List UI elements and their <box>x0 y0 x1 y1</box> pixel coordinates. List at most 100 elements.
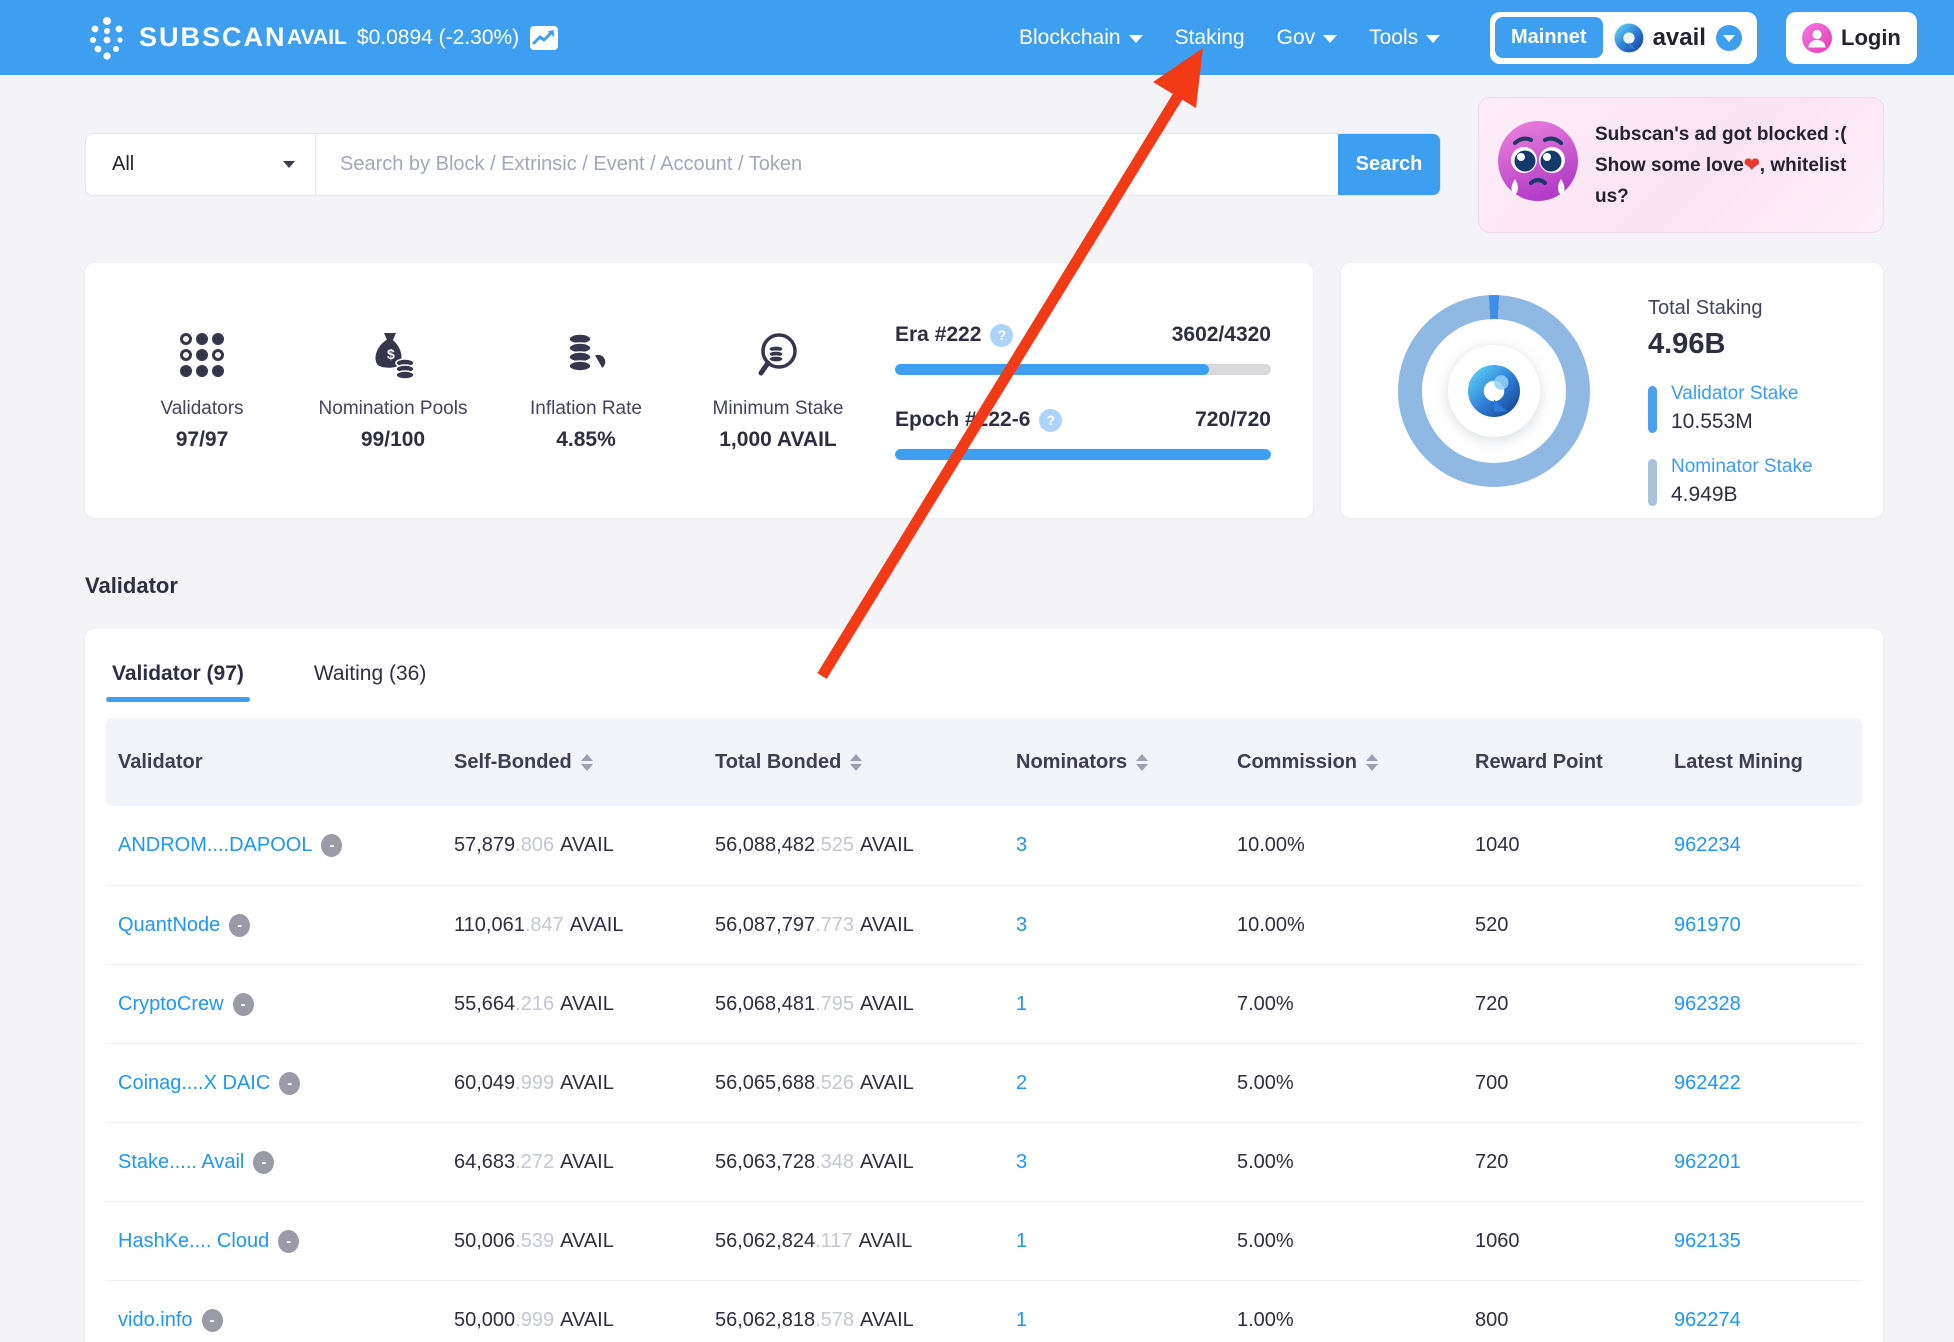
validator-link[interactable]: QuantNode <box>118 914 220 937</box>
identity-badge-icon: - <box>321 834 342 857</box>
legend-color-bar <box>1648 386 1657 433</box>
cell-total-bonded: 56,062,818.578AVAIL <box>703 1309 1004 1332</box>
cell-self-bonded: 55,664.216AVAIL <box>442 993 703 1016</box>
help-icon[interactable]: ? <box>990 324 1013 347</box>
validator-tabs: Validator (97) Waiting (36) <box>106 629 432 718</box>
identity-badge-icon: - <box>233 993 254 1016</box>
sort-icon <box>1366 754 1378 771</box>
validator-link[interactable]: Coinag....X DAIC <box>118 1072 270 1095</box>
validator-link[interactable]: ANDROM....DAPOOL <box>118 834 312 857</box>
cell-validator: CryptoCrew - <box>106 993 442 1016</box>
cell-reward-point: 1060 <box>1463 1230 1662 1253</box>
table-header-row: Validator Self-Bonded Total Bonded Nomin… <box>106 718 1862 806</box>
subscan-logo-icon <box>87 16 127 60</box>
total-staking-label: Total Staking <box>1648 297 1813 320</box>
latest-mining-link[interactable]: 961970 <box>1674 914 1741 937</box>
epoch-progress: Epoch #222-6 ? 720/720 <box>895 408 1271 460</box>
login-button[interactable]: Login <box>1786 12 1917 64</box>
identity-badge-icon: - <box>278 1230 299 1253</box>
avail-logo <box>1448 345 1540 437</box>
price-chart-icon[interactable] <box>529 25 559 51</box>
cell-total-bonded: 56,062,824.117AVAIL <box>703 1230 1004 1253</box>
nominators-link[interactable]: 1 <box>1016 1309 1027 1332</box>
nominators-link[interactable]: 1 <box>1016 1230 1027 1253</box>
legend-label[interactable]: Validator Stake <box>1671 383 1798 405</box>
latest-mining-link[interactable]: 962135 <box>1674 1230 1741 1253</box>
cell-nominators: 3 <box>1004 1151 1225 1174</box>
nav-menu-item[interactable]: Blockchain <box>1019 26 1143 50</box>
user-icon <box>1802 23 1832 53</box>
column-header-nominators[interactable]: Nominators <box>1004 751 1225 774</box>
column-header-total-bonded[interactable]: Total Bonded <box>703 751 1004 774</box>
total-staking-value: 4.96B <box>1648 328 1813 361</box>
column-header-validator: Validator <box>106 751 442 774</box>
nav-menu: Blockchain Staking Gov Tools <box>1019 26 1440 50</box>
search-input[interactable] <box>316 134 1338 195</box>
legend-value: 4.949B <box>1671 483 1813 507</box>
ad-notice-text: Subscan's ad got blocked :( Show some lo… <box>1595 119 1869 212</box>
cell-commission: 5.00% <box>1225 1151 1463 1174</box>
latest-mining-link[interactable]: 962201 <box>1674 1151 1741 1174</box>
latest-mining-link[interactable]: 962328 <box>1674 993 1741 1016</box>
cell-latest-mining: 962201 <box>1662 1151 1862 1174</box>
cell-validator: QuantNode - <box>106 914 442 937</box>
cell-self-bonded: 64,683.272AVAIL <box>442 1151 703 1174</box>
latest-mining-link[interactable]: 962234 <box>1674 834 1741 857</box>
validator-tab[interactable]: Waiting (36) <box>308 629 432 718</box>
cell-nominators: 1 <box>1004 993 1225 1016</box>
column-header-commission[interactable]: Commission <box>1225 751 1463 774</box>
nominators-link[interactable]: 1 <box>1016 993 1027 1016</box>
table-row: CryptoCrew - 55,664.216AVAIL 56,068,481.… <box>106 964 1862 1043</box>
cell-nominators: 3 <box>1004 914 1225 937</box>
cell-latest-mining: 962328 <box>1662 993 1862 1016</box>
cell-commission: 5.00% <box>1225 1072 1463 1095</box>
validator-link[interactable]: Stake..... Avail <box>118 1151 244 1174</box>
search-filter-select[interactable]: All <box>86 134 316 195</box>
column-header-reward-point: Reward Point <box>1463 751 1662 774</box>
legend-color-bar <box>1648 459 1657 506</box>
table-row: Stake..... Avail - 64,683.272AVAIL 56,06… <box>106 1122 1862 1201</box>
token-symbol: AVAIL <box>287 26 347 50</box>
staking-donut-chart <box>1398 295 1590 487</box>
brand-name: SUBSCAN <box>139 22 287 53</box>
latest-mining-link[interactable]: 962422 <box>1674 1072 1741 1095</box>
chevron-down-icon <box>1129 35 1143 43</box>
legend-nominator-stake: Nominator Stake 4.949B <box>1648 456 1813 507</box>
column-header-latest-mining: Latest Mining <box>1662 751 1862 774</box>
validator-link[interactable]: vido.info <box>118 1309 193 1332</box>
cell-nominators: 2 <box>1004 1072 1225 1095</box>
nominators-link[interactable]: 3 <box>1016 914 1027 937</box>
latest-mining-link[interactable]: 962274 <box>1674 1309 1741 1332</box>
validator-tab[interactable]: Validator (97) <box>106 629 250 718</box>
legend-label[interactable]: Nominator Stake <box>1671 456 1813 478</box>
nominators-link[interactable]: 3 <box>1016 1151 1027 1174</box>
help-icon[interactable]: ? <box>1039 409 1062 432</box>
token-price: AVAIL $0.0894 (-2.30%) <box>287 25 559 51</box>
chevron-down-icon <box>283 161 295 168</box>
sort-icon <box>581 754 593 771</box>
validator-link[interactable]: HashKe.... Cloud <box>118 1230 269 1253</box>
validator-link[interactable]: CryptoCrew <box>118 993 224 1016</box>
search-button[interactable]: Search <box>1338 134 1440 195</box>
table-body: ANDROM....DAPOOL - 57,879.806AVAIL 56,08… <box>106 806 1862 1342</box>
identity-badge-icon: - <box>253 1151 274 1174</box>
mainnet-button[interactable]: Mainnet <box>1495 17 1603 58</box>
subscan-staking-page: SUBSCAN AVAIL $0.0894 (-2.30%) Blockchai… <box>0 0 1954 1342</box>
network-chevron-icon[interactable] <box>1716 25 1742 51</box>
cell-commission: 5.00% <box>1225 1230 1463 1253</box>
identity-badge-icon: - <box>229 914 250 937</box>
column-header-self-bonded[interactable]: Self-Bonded <box>442 751 703 774</box>
cell-validator: ANDROM....DAPOOL - <box>106 834 442 857</box>
network-selector[interactable]: avail <box>1613 22 1752 54</box>
cell-nominators: 3 <box>1004 834 1225 857</box>
nav-menu-item[interactable]: Gov <box>1277 26 1338 50</box>
nominators-link[interactable]: 2 <box>1016 1072 1027 1095</box>
validator-table-card: Validator (97) Waiting (36) Validator Se… <box>85 629 1883 1342</box>
cell-reward-point: 720 <box>1463 1151 1662 1174</box>
nav-menu-item[interactable]: Tools <box>1369 26 1440 50</box>
subscan-logo[interactable]: SUBSCAN <box>87 16 287 60</box>
nominators-link[interactable]: 3 <box>1016 834 1027 857</box>
metric-value: 1,000 AVAIL <box>668 428 888 452</box>
nav-menu-item[interactable]: Staking <box>1175 26 1245 50</box>
legend-validator-stake: Validator Stake 10.553M <box>1648 383 1813 434</box>
